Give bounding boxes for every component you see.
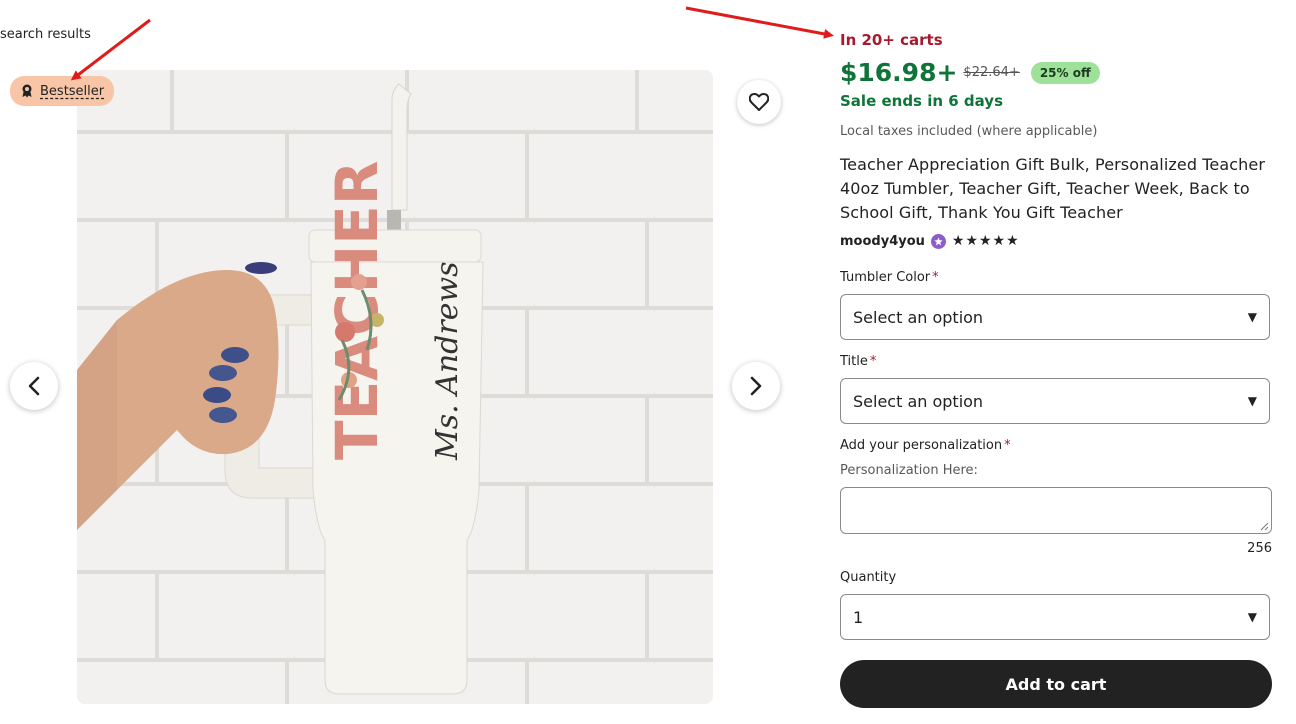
cart-count-notice: In 20+ carts bbox=[840, 31, 943, 49]
caret-down-icon: ▼ bbox=[1247, 310, 1257, 324]
title-select-value: Select an option bbox=[853, 391, 984, 411]
tumbler-photo: TEACHER Ms. Andrews bbox=[77, 70, 713, 704]
search-results-link[interactable]: search results bbox=[0, 27, 91, 42]
product-image[interactable]: TEACHER Ms. Andrews bbox=[77, 70, 713, 704]
favorite-button[interactable] bbox=[737, 80, 781, 124]
seller-row: moody4you ★★★★★ bbox=[840, 233, 1020, 249]
heart-icon bbox=[749, 93, 769, 111]
price-row: $16.98+ $22.64+ 25% off bbox=[840, 58, 1100, 87]
taxes-note: Local taxes included (where applicable) bbox=[840, 124, 1098, 139]
required-mark: * bbox=[869, 354, 877, 369]
bestseller-badge[interactable]: Bestseller bbox=[10, 76, 115, 106]
quantity-select[interactable]: 1 ▼ bbox=[840, 594, 1270, 640]
tumbler-color-label-text: Tumbler Color bbox=[840, 270, 931, 285]
caret-down-icon: ▼ bbox=[1247, 394, 1257, 408]
quantity-label: Quantity bbox=[840, 570, 897, 585]
arrow-to-carts bbox=[685, 6, 834, 39]
seller-name-link[interactable]: moody4you bbox=[840, 234, 925, 249]
resize-grip-icon[interactable] bbox=[1260, 522, 1269, 531]
current-price: $16.98+ bbox=[840, 58, 958, 87]
award-icon bbox=[22, 84, 32, 98]
bestseller-label: Bestseller bbox=[40, 83, 105, 99]
personalization-hint: Personalization Here: bbox=[840, 463, 978, 478]
personalization-textarea[interactable] bbox=[840, 487, 1272, 534]
character-counter: 256 bbox=[1247, 541, 1272, 556]
next-image-button[interactable] bbox=[732, 362, 780, 410]
add-to-cart-button[interactable]: Add to cart bbox=[840, 660, 1272, 708]
rating-stars[interactable]: ★★★★★ bbox=[952, 233, 1020, 249]
chevron-left-icon bbox=[28, 376, 40, 396]
product-title: Teacher Appreciation Gift Bulk, Personal… bbox=[840, 155, 1266, 222]
required-mark: * bbox=[932, 270, 939, 285]
quantity-value: 1 bbox=[853, 607, 864, 627]
sale-deadline: Sale ends in 6 days bbox=[840, 92, 1004, 110]
product-page: search results TEACHER Ms. Andrews Bests… bbox=[0, 0, 1296, 724]
required-mark: * bbox=[1004, 438, 1011, 453]
previous-image-button[interactable] bbox=[10, 362, 58, 410]
original-price: $22.64+ bbox=[963, 65, 1020, 80]
personalization-label: Add your personalization * bbox=[840, 438, 1011, 453]
svg-text:TEACHER: TEACHER bbox=[323, 161, 391, 460]
tumbler-color-value: Select an option bbox=[853, 307, 984, 327]
chevron-right-icon bbox=[750, 376, 762, 396]
title-field-label-text: Title bbox=[840, 354, 868, 369]
personalization-label-text: Add your personalization bbox=[840, 438, 1003, 453]
tumbler-color-select[interactable]: Select an option ▼ bbox=[840, 294, 1270, 340]
discount-badge: 25% off bbox=[1030, 61, 1100, 84]
title-select[interactable]: Select an option ▼ bbox=[840, 378, 1270, 424]
svg-text:Ms. Andrews: Ms. Andrews bbox=[430, 261, 465, 461]
tumbler-color-label: Tumbler Color * bbox=[840, 270, 939, 285]
caret-down-icon: ▼ bbox=[1247, 610, 1257, 624]
title-field-label: Title * bbox=[840, 354, 876, 369]
star-seller-icon bbox=[930, 233, 946, 249]
